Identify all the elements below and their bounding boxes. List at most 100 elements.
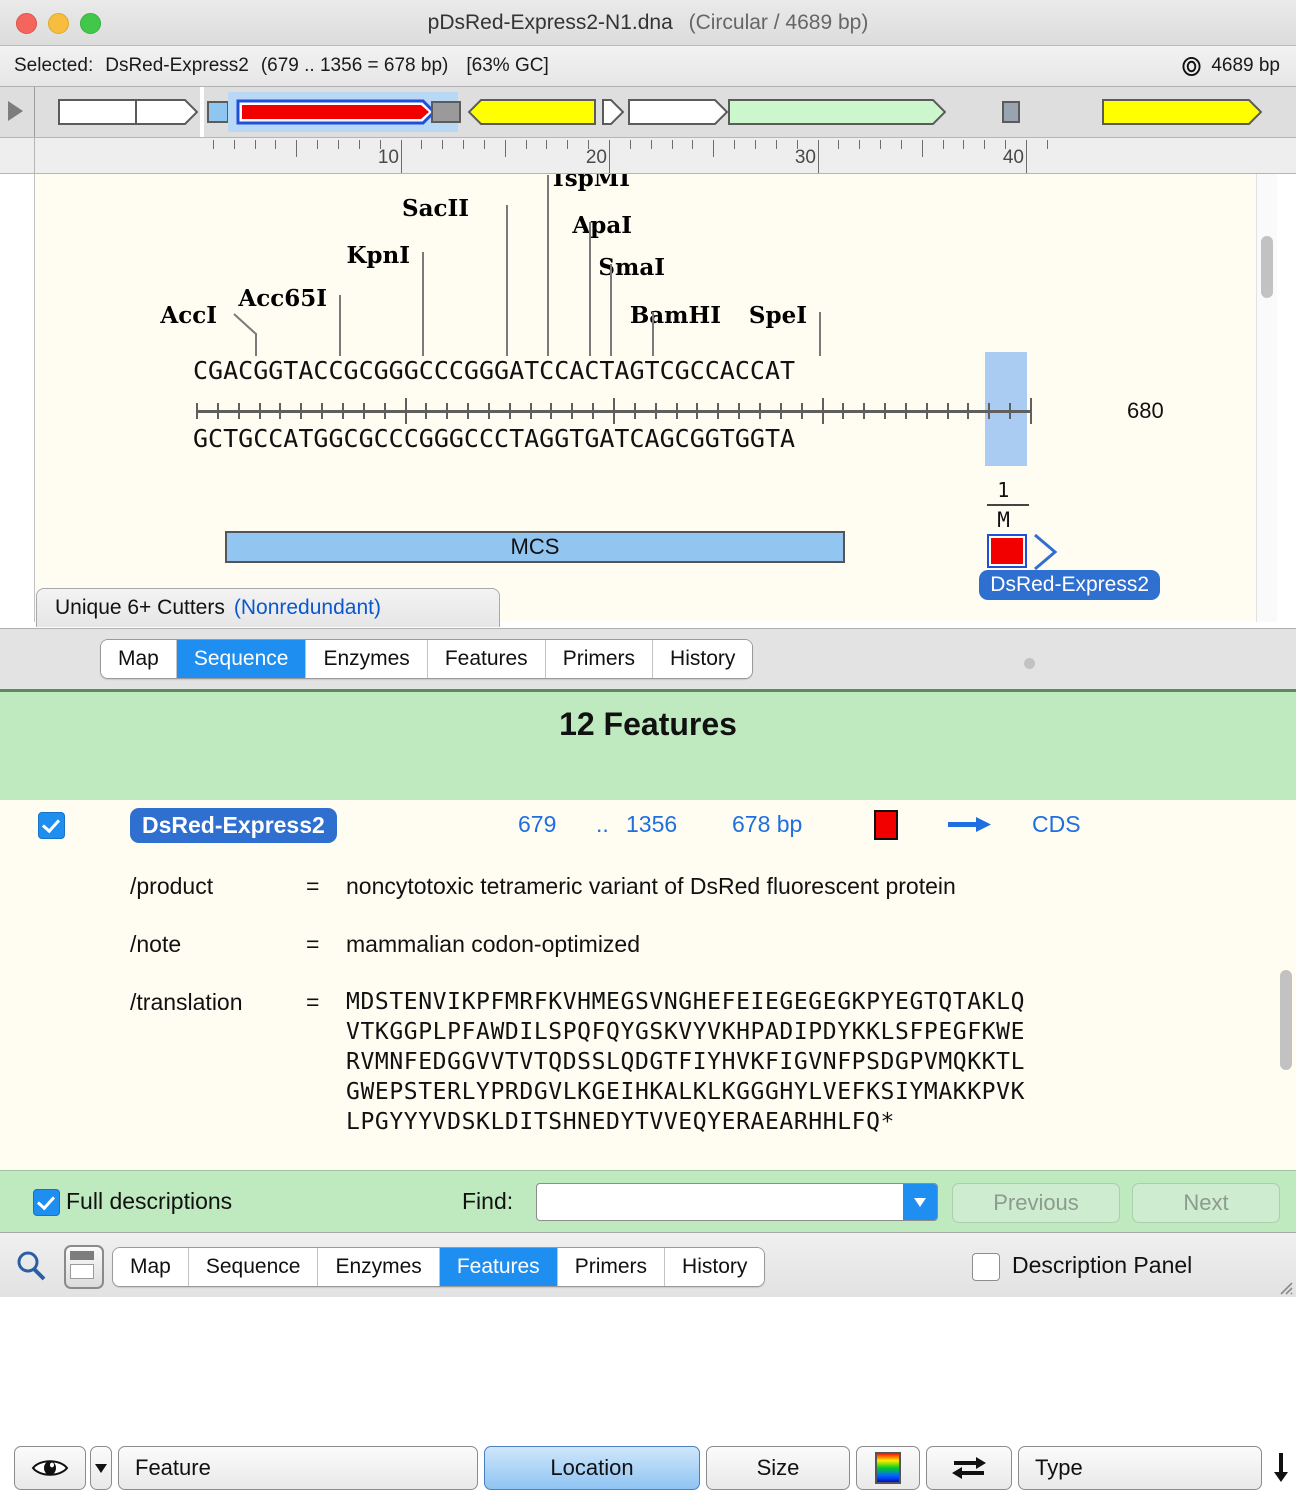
axis-tick [1030,398,1032,424]
enzyme-label-kpni[interactable]: KpnI [346,242,410,269]
description-panel-label: Description Panel [1012,1252,1193,1278]
visibility-toggle-button[interactable] [14,1446,86,1490]
mcs-feature-bar[interactable]: MCS [225,531,845,563]
enzyme-leader-line [547,175,549,356]
overview-feature-feature-6[interactable] [602,99,624,125]
top-strand-sequence[interactable]: CGACGGTACCGCGGGCCCGGGATCCACTAGTCGCCACCAT [193,356,795,385]
bottom-tab-group[interactable]: Map Sequence Enzymes Features Primers History [112,1247,766,1287]
feature-end[interactable]: 1356 [626,811,677,838]
bottom-tab-primers[interactable]: Primers [557,1248,666,1286]
overview-cursor [200,87,204,137]
enzyme-label-spei[interactable]: SpeI [749,302,807,329]
overview-feature-feature-1[interactable] [58,99,198,125]
find-previous-button[interactable]: Previous [952,1183,1120,1223]
axis-tick [530,403,532,419]
find-history-dropdown[interactable] [903,1184,937,1220]
column-header-type-label: Type [1035,1455,1083,1480]
resize-grip-icon[interactable] [1277,1279,1293,1295]
upper-tab-history[interactable]: History [653,640,753,678]
axis-tick [717,403,719,419]
axis-tick [655,403,657,419]
feature-type[interactable]: CDS [1032,811,1081,838]
find-next-button[interactable]: Next [1132,1183,1280,1223]
upper-tab-map[interactable]: Map [101,640,177,678]
sequence-canvas[interactable]: AccI Acc65I KpnI SacII TspMI ApaI SmaI BamHI Spe… [34,174,1277,622]
cutters-tab[interactable]: Unique 6+ Cutters (Nonredundant) [36,588,500,627]
enzyme-label-acc65i[interactable]: Acc65I [238,285,327,312]
rainbow-swatch-icon [875,1452,901,1484]
axis-tick [300,403,302,419]
bottom-tab-sequence[interactable]: Sequence [188,1248,319,1286]
column-header-color[interactable] [856,1446,920,1490]
bottom-tab-history[interactable]: History [665,1248,765,1286]
axis-tick [550,403,552,419]
upper-tab-sequence[interactable]: Sequence [176,640,307,678]
overview-feature-feature-10[interactable] [1102,99,1262,125]
enzyme-leader-line [652,312,654,356]
ruler-tick [421,140,422,149]
bottom-tab-features[interactable]: Features [439,1248,558,1286]
enzyme-label-smai[interactable]: SmaI [598,254,665,281]
split-panel-icon[interactable] [64,1245,104,1289]
mcs-label: MCS [510,534,560,559]
full-descriptions-checkbox[interactable] [33,1189,60,1216]
description-panel-checkbox[interactable] [972,1253,1000,1281]
feature-color-swatch[interactable] [874,810,898,840]
column-header-feature[interactable]: Feature [118,1446,478,1490]
cds-start-box[interactable] [987,534,1028,568]
enzyme-label-apai[interactable]: ApaI [572,212,632,239]
bottom-tab-enzymes[interactable]: Enzymes [318,1248,440,1286]
sort-direction-button[interactable] [1268,1446,1294,1490]
features-scrollbar-thumb[interactable] [1280,970,1292,1070]
play-triangle-icon[interactable] [8,101,23,121]
overview-track[interactable] [40,87,1290,137]
find-input[interactable] [536,1183,938,1221]
visibility-dropdown-button[interactable] [90,1446,112,1490]
magnifier-icon[interactable] [14,1249,48,1283]
bottom-strand-sequence[interactable]: GCTGCCATGGCGCCCGGGCCCTAGGTGATCAGCGGTGGTA [193,424,795,453]
features-scrollbar[interactable] [1278,970,1294,1150]
enzyme-label-bamhi[interactable]: BamHI [630,302,721,329]
column-header-type[interactable]: Type [1018,1446,1262,1490]
translation-line: VTKGGPLPFAWDILSPQFQYGSKVYVKHPADIPDYKKLSF… [346,1019,1026,1045]
enzyme-label-sacii[interactable]: SacII [402,195,469,222]
qualifier-key-translation: /translation [130,989,243,1015]
bottom-tab-map[interactable]: Map [113,1248,189,1286]
topology-info[interactable]: 4689 bp [1182,55,1280,77]
zoom-button[interactable] [80,13,101,34]
column-header-direction[interactable] [926,1446,1012,1490]
overview-feature-feature-2[interactable] [207,101,229,123]
upper-tab-group[interactable]: Map Sequence Enzymes Features Primers History [100,639,754,679]
sequence-scrollbar[interactable] [1256,174,1277,622]
column-header-location[interactable]: Location [484,1446,700,1490]
upper-tab-enzymes[interactable]: Enzymes [306,640,428,678]
upper-tab-features[interactable]: Features [427,640,546,678]
enzyme-label-acci[interactable]: AccI [160,302,217,329]
cds-feature-tag[interactable]: DsRed-Express2 [979,570,1161,600]
feature-visible-checkbox[interactable] [38,812,65,839]
window-controls[interactable] [16,13,101,34]
overview-feature-feature-9[interactable] [1002,101,1020,123]
overview-feature-feature-5[interactable] [468,99,596,125]
column-header-size[interactable]: Size [706,1446,850,1490]
overview-feature-dsred-express2[interactable] [236,99,436,125]
overview-feature-bar[interactable] [0,87,1296,138]
sequence-scrollbar-thumb[interactable] [1261,236,1273,298]
selection-highlight-top [985,352,1027,394]
upper-tab-primers[interactable]: Primers [545,640,654,678]
upper-view-tabbar[interactable]: Map Sequence Enzymes Features Primers History [0,628,1296,689]
close-button[interactable] [16,13,37,34]
minimize-button[interactable] [48,13,69,34]
enzyme-label-tspmi[interactable]: TspMI [550,174,630,192]
ruler-tick [1026,140,1027,173]
ruler-label: 10 [377,147,399,168]
features-count-title: 12 Features [559,706,737,742]
overview-feature-feature-7[interactable] [628,99,728,125]
overview-feature-feature-8[interactable] [728,99,946,125]
ruler-tick [651,140,652,149]
overview-feature-feature-4[interactable] [431,101,461,123]
enzyme-leader-line [339,295,341,356]
feature-start[interactable]: 679 [518,811,556,838]
feature-arrow-right-icon [728,99,946,125]
feature-name-tag[interactable]: DsRed-Express2 [130,808,337,843]
